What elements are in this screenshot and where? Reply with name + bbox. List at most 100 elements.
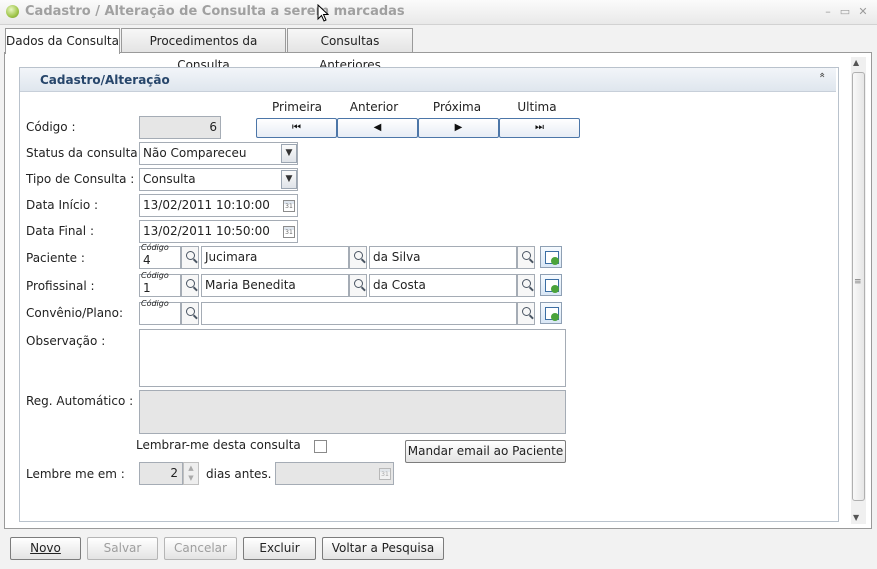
tab-consultas-anteriores[interactable]: Consultas Anteriores bbox=[287, 28, 413, 72]
search-icon bbox=[353, 279, 363, 288]
paciente-surname-search-button[interactable] bbox=[517, 246, 535, 269]
nav-next-button[interactable]: ▶ bbox=[418, 118, 499, 138]
convenio-label: Convênio/Plano: bbox=[26, 306, 124, 320]
profissional-name-value: Maria Benedita bbox=[205, 278, 296, 292]
lembre-dias-field[interactable]: 2 bbox=[139, 462, 183, 485]
lembrete-date-field bbox=[275, 462, 394, 485]
data-inicio-field[interactable]: 13/02/2011 10:10:00 bbox=[139, 194, 298, 217]
tipo-select[interactable]: Consulta bbox=[139, 168, 298, 191]
add-profissional-button[interactable] bbox=[540, 274, 562, 296]
add-convenio-button[interactable] bbox=[540, 302, 562, 324]
add-icon bbox=[551, 257, 559, 265]
data-final-field[interactable]: 13/02/2011 10:50:00 bbox=[139, 220, 298, 243]
app-logo-icon bbox=[6, 5, 19, 18]
calendar-icon: 31 bbox=[379, 468, 391, 480]
data-inicio-label: Data Início : bbox=[26, 198, 99, 212]
nav-first-button[interactable]: ⏮ bbox=[256, 118, 337, 138]
mandar-email-button[interactable]: Mandar email ao Paciente bbox=[405, 440, 566, 463]
tipo-label: Tipo de Consulta : bbox=[26, 172, 135, 186]
nav-next-label: Próxima bbox=[432, 100, 482, 114]
profissional-name-search-button[interactable] bbox=[349, 274, 367, 297]
nav-first-label: Primeira bbox=[272, 100, 322, 114]
data-final-label: Data Final : bbox=[26, 224, 94, 238]
tab-dados-da-consulta[interactable]: Dados da Consulta bbox=[5, 28, 120, 54]
collapse-icon[interactable]: ⌃ ⌃ bbox=[818, 72, 826, 94]
mouse-cursor-icon bbox=[317, 4, 329, 22]
paciente-code-search-button[interactable] bbox=[181, 246, 199, 269]
status-label: Status da consulta: bbox=[26, 146, 142, 160]
nav-last-button[interactable]: ⏭ bbox=[499, 118, 580, 138]
profissional-code-caption: Código bbox=[141, 271, 169, 280]
chevron-down-icon[interactable]: ▼ bbox=[281, 144, 297, 163]
profissional-surname-value: da Costa bbox=[373, 278, 426, 292]
dias-antes-label: dias antes. bbox=[206, 467, 272, 481]
cancelar-label: Cancelar bbox=[174, 541, 227, 555]
minimize-icon[interactable]: – bbox=[821, 5, 835, 19]
reg-automatico-field bbox=[139, 390, 566, 434]
excluir-label: Excluir bbox=[259, 541, 300, 555]
tab-procedimentos-da-consulta[interactable]: Procedimentos da Consulta bbox=[121, 28, 286, 72]
profissional-code-search-button[interactable] bbox=[181, 274, 199, 297]
convenio-code-search-button[interactable] bbox=[181, 302, 199, 325]
search-icon bbox=[353, 251, 363, 260]
convenio-name-search-button[interactable] bbox=[517, 302, 535, 325]
paciente-code-caption: Código bbox=[141, 243, 169, 252]
window-title: Cadastro / Alteração de Consulta a serem… bbox=[25, 4, 405, 19]
maximize-icon[interactable]: ▭ bbox=[838, 5, 852, 19]
close-icon[interactable]: ✕ bbox=[856, 5, 870, 19]
search-icon bbox=[185, 251, 195, 260]
profissional-code-value: 1 bbox=[143, 281, 151, 295]
search-icon bbox=[521, 307, 531, 316]
convenio-name-field[interactable] bbox=[201, 302, 517, 325]
paciente-code-value: 4 bbox=[143, 253, 151, 267]
paciente-name-field[interactable]: Jucimara bbox=[201, 246, 349, 269]
novo-label: Novo bbox=[30, 541, 61, 555]
lembrar-label: Lembrar-me desta consulta bbox=[136, 438, 301, 452]
nav-last-label: Ultima bbox=[517, 100, 557, 114]
next-arrow-icon: ▶ bbox=[454, 122, 463, 133]
salvar-label: Salvar bbox=[103, 541, 142, 555]
reg-automatico-label: Reg. Automático : bbox=[26, 394, 134, 408]
status-select[interactable]: Não Compareceu bbox=[139, 142, 298, 165]
paciente-surname-value: da Silva bbox=[373, 250, 421, 264]
data-inicio-value: 13/02/2011 10:10:00 bbox=[143, 198, 270, 212]
profissional-name-field[interactable]: Maria Benedita bbox=[201, 274, 349, 297]
observacao-textarea[interactable] bbox=[139, 329, 566, 387]
voltar-pesquisa-button[interactable]: Voltar a Pesquisa bbox=[322, 537, 444, 560]
grip-icon: ≡ bbox=[854, 277, 862, 287]
skip-first-icon: ⏮ bbox=[292, 122, 301, 133]
novo-button[interactable]: Novo bbox=[10, 537, 81, 560]
excluir-button[interactable]: Excluir bbox=[243, 537, 316, 560]
profissional-surname-search-button[interactable] bbox=[517, 274, 535, 297]
panel-title: Cadastro/Alteração bbox=[40, 73, 170, 87]
paciente-name-search-button[interactable] bbox=[349, 246, 367, 269]
voltar-label: Voltar a Pesquisa bbox=[331, 541, 435, 555]
profissional-label: Profissinal : bbox=[26, 279, 95, 293]
calendar-icon[interactable]: 31 bbox=[283, 200, 295, 212]
search-icon bbox=[185, 307, 195, 316]
nav-prev-label: Anterior bbox=[349, 100, 399, 114]
status-value: Não Compareceu bbox=[143, 146, 247, 160]
paciente-label: Paciente : bbox=[26, 251, 85, 265]
salvar-button[interactable]: Salvar bbox=[87, 537, 158, 560]
chevron-down-icon[interactable]: ▼ bbox=[281, 170, 297, 189]
search-icon bbox=[185, 279, 195, 288]
nav-prev-button[interactable]: ◀ bbox=[337, 118, 418, 138]
observacao-label: Observação : bbox=[26, 334, 106, 348]
lembrar-checkbox[interactable] bbox=[314, 440, 327, 453]
add-paciente-button[interactable] bbox=[540, 246, 562, 268]
codigo-label: Código : bbox=[26, 120, 76, 134]
scroll-up-icon[interactable]: ▲ bbox=[853, 58, 859, 67]
calendar-icon[interactable]: 31 bbox=[283, 226, 295, 238]
spinner-arrows-icon[interactable]: ▲ ▼ bbox=[183, 462, 199, 485]
convenio-code-caption: Código bbox=[141, 299, 169, 308]
paciente-name-value: Jucimara bbox=[205, 250, 258, 264]
data-final-value: 13/02/2011 10:50:00 bbox=[143, 224, 270, 238]
prev-arrow-icon: ◀ bbox=[373, 122, 382, 133]
paciente-surname-field[interactable]: da Silva bbox=[369, 246, 517, 269]
profissional-surname-field[interactable]: da Costa bbox=[369, 274, 517, 297]
scroll-down-icon[interactable]: ▼ bbox=[853, 513, 859, 522]
codigo-field: 6 bbox=[139, 116, 221, 139]
search-icon bbox=[521, 251, 531, 260]
cancelar-button[interactable]: Cancelar bbox=[164, 537, 237, 560]
